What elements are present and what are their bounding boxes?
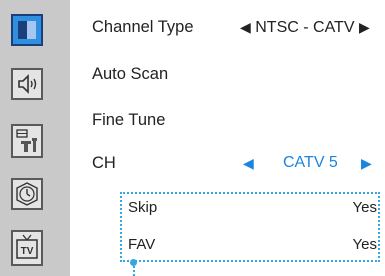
auto-scan-label[interactable]: Auto Scan (92, 65, 168, 84)
right-arrow-icon[interactable]: ▶ (359, 19, 370, 35)
skip-label[interactable]: Skip (128, 199, 157, 216)
fav-label[interactable]: FAV (128, 236, 155, 253)
ch-value: CATV 5 (283, 154, 338, 171)
channel-type-value: NTSC - CATV (255, 19, 355, 36)
ch-right-arrow-icon[interactable]: ▶ (361, 155, 372, 173)
sound-icon[interactable] (11, 68, 43, 100)
fav-value[interactable]: Yes (353, 236, 377, 253)
channel-options-box (120, 192, 380, 262)
clock-icon[interactable] (11, 178, 43, 210)
channel-type-selector[interactable]: ◀ NTSC - CATV ▶ (240, 19, 370, 37)
sidebar: TV (0, 0, 70, 276)
setup-tools-icon[interactable] (11, 124, 43, 158)
skip-value[interactable]: Yes (353, 199, 377, 216)
tv-icon[interactable]: TV (11, 230, 43, 266)
pointer-line (133, 262, 135, 276)
channel-type-label[interactable]: Channel Type (92, 18, 194, 37)
fine-tune-label[interactable]: Fine Tune (92, 111, 165, 130)
picture-icon[interactable] (11, 14, 43, 46)
left-arrow-icon[interactable]: ◀ (240, 19, 251, 35)
ch-left-arrow-icon[interactable]: ◀ (243, 155, 254, 173)
svg-text:TV: TV (21, 246, 34, 257)
ch-label[interactable]: CH (92, 154, 116, 173)
